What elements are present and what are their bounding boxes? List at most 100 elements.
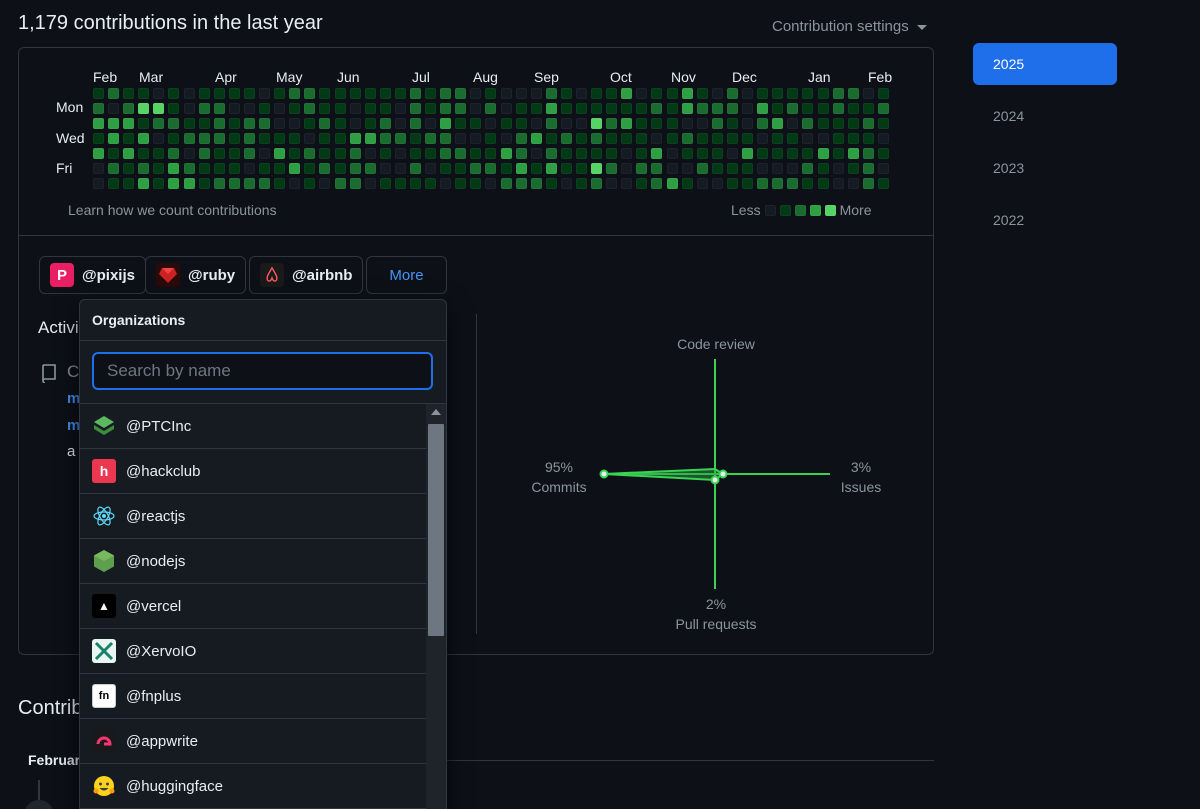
contribution-day-cell[interactable] [425,103,437,114]
contribution-day-cell[interactable] [636,148,648,159]
contribution-day-cell[interactable] [772,88,784,99]
contribution-day-cell[interactable] [213,88,225,99]
contribution-day-cell[interactable] [530,163,542,174]
contribution-day-cell[interactable] [289,103,301,114]
contribution-day-cell[interactable] [576,103,587,114]
contribution-day-cell[interactable] [726,163,738,174]
contribution-day-cell[interactable] [440,133,452,144]
contribution-day-cell[interactable] [726,88,738,99]
contribution-day-cell[interactable] [877,103,889,114]
contribution-day-cell[interactable] [711,178,723,189]
contribution-day-cell[interactable] [696,88,708,99]
contribution-day-cell[interactable] [787,88,799,99]
contribution-day-cell[interactable] [530,118,542,129]
contribution-day-cell[interactable] [591,148,603,159]
contribution-day-cell[interactable] [304,178,316,189]
contribution-day-cell[interactable] [787,118,799,129]
contribution-day-cell[interactable] [319,118,331,129]
contribution-day-cell[interactable] [183,88,195,99]
contribution-day-cell[interactable] [742,133,754,144]
contribution-day-cell[interactable] [153,118,165,129]
contribution-day-cell[interactable] [183,133,195,144]
contribution-day-cell[interactable] [108,118,120,129]
contribution-day-cell[interactable] [274,133,286,144]
contribution-day-cell[interactable] [168,133,180,144]
contribution-day-cell[interactable] [108,103,120,114]
contribution-day-cell[interactable] [304,103,316,114]
contribution-day-cell[interactable] [877,163,889,174]
contribution-day-cell[interactable] [198,163,210,174]
contribution-day-cell[interactable] [455,103,467,114]
contribution-day-cell[interactable] [877,118,889,129]
contribution-day-cell[interactable] [470,118,482,129]
contribution-day-cell[interactable] [289,148,301,159]
scroll-up-icon[interactable] [431,409,441,415]
contribution-day-cell[interactable] [289,118,301,129]
contribution-day-cell[interactable] [108,148,120,159]
contribution-day-cell[interactable] [349,118,361,129]
dropdown-scrollbar[interactable] [426,404,446,809]
contribution-day-cell[interactable] [832,148,844,159]
contribution-day-cell[interactable] [334,148,346,159]
contribution-day-cell[interactable] [515,88,527,99]
contribution-day-cell[interactable] [530,103,542,114]
contribution-day-cell[interactable] [289,178,301,189]
contribution-day-cell[interactable] [636,163,648,174]
contribution-day-cell[interactable] [213,118,225,129]
contribution-day-cell[interactable] [228,148,240,159]
contribution-day-cell[interactable] [560,133,572,144]
contribution-day-cell[interactable] [394,88,406,99]
contribution-day-cell[interactable] [123,88,135,99]
contribution-day-cell[interactable] [168,148,180,159]
contribution-day-cell[interactable] [334,178,346,189]
contribution-day-cell[interactable] [862,88,874,99]
contribution-day-cell[interactable] [515,118,527,129]
contribution-day-cell[interactable] [742,163,754,174]
contribution-day-cell[interactable] [742,148,754,159]
contribution-day-cell[interactable] [228,103,240,114]
contribution-day-cell[interactable] [651,178,663,189]
contribution-day-cell[interactable] [123,163,135,174]
contribution-day-cell[interactable] [93,148,104,159]
contribution-day-cell[interactable] [757,178,769,189]
contribution-day-cell[interactable] [636,178,648,189]
contribution-day-cell[interactable] [213,103,225,114]
contribution-day-cell[interactable] [726,178,738,189]
contribution-day-cell[interactable] [651,118,663,129]
contribution-day-cell[interactable] [545,148,557,159]
contribution-day-cell[interactable] [274,163,286,174]
contribution-day-cell[interactable] [832,163,844,174]
contribution-day-cell[interactable] [168,163,180,174]
contribution-day-cell[interactable] [379,148,391,159]
contribution-day-cell[interactable] [666,133,678,144]
contribution-day-cell[interactable] [198,148,210,159]
contribution-day-cell[interactable] [636,103,648,114]
contribution-day-cell[interactable] [289,163,301,174]
contribution-day-cell[interactable] [455,118,467,129]
contribution-day-cell[interactable] [591,103,603,114]
contribution-day-cell[interactable] [862,148,874,159]
contribution-day-cell[interactable] [455,88,467,99]
contribution-day-cell[interactable] [93,118,104,129]
contribution-day-cell[interactable] [319,178,331,189]
contribution-day-cell[interactable] [515,148,527,159]
contribution-day-cell[interactable] [228,118,240,129]
contribution-day-cell[interactable] [560,163,572,174]
contribution-day-cell[interactable] [153,103,165,114]
contribution-day-cell[interactable] [213,178,225,189]
contribution-day-cell[interactable] [772,103,784,114]
contribution-day-cell[interactable] [425,118,437,129]
contribution-day-cell[interactable] [108,178,120,189]
contribution-day-cell[interactable] [123,178,135,189]
contribution-day-cell[interactable] [726,148,738,159]
contribution-day-cell[interactable] [500,88,512,99]
contribution-day-cell[interactable] [108,133,120,144]
learn-how-link[interactable]: Learn how we count contributions [68,202,277,218]
contribution-day-cell[interactable] [470,148,482,159]
contribution-day-cell[interactable] [666,178,678,189]
org-item-xervoio[interactable]: @XervoIO [80,629,426,674]
contribution-day-cell[interactable] [802,133,814,144]
contribution-day-cell[interactable] [606,178,618,189]
contribution-day-cell[interactable] [213,148,225,159]
contribution-day-cell[interactable] [485,103,497,114]
